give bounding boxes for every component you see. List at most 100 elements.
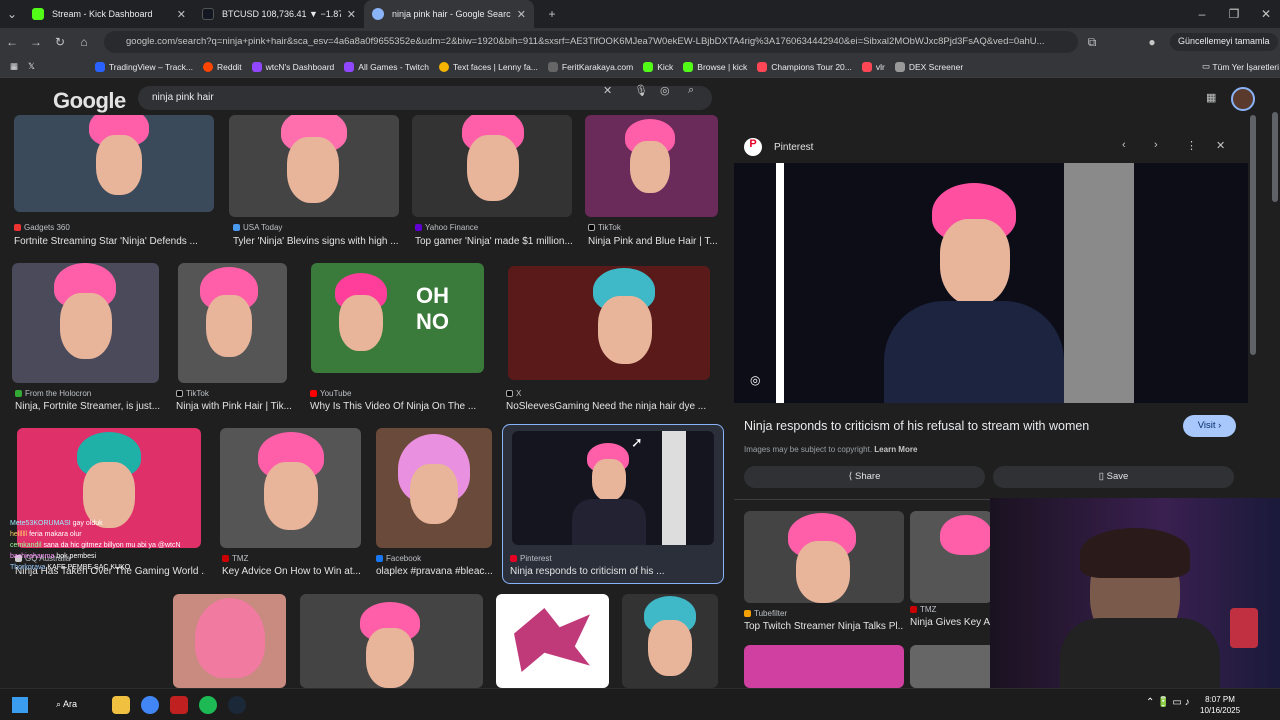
result-title[interactable]: NoSleevesGaming Need the ninja hair dye … [506, 401, 706, 412]
update-button[interactable]: Güncellemeyi tamamla [1170, 33, 1278, 51]
clock[interactable]: 8:07 PM 10/16/2025 [1200, 694, 1240, 716]
result-title[interactable]: Why Is This Video Of Ninja On The ... [310, 401, 490, 412]
lens-icon[interactable]: ◎ [750, 373, 760, 387]
result-title[interactable]: Fortnite Streaming Star 'Ninja' Defends … [14, 236, 214, 247]
result-title[interactable]: Ninja, Fortnite Streamer, is just... [15, 401, 160, 412]
prev-icon[interactable]: ‹ [1122, 139, 1126, 151]
result-source: TMZ [222, 554, 248, 563]
app-icon[interactable] [170, 696, 188, 714]
panel-title[interactable]: Ninja responds to criticism of his refus… [744, 419, 1089, 433]
bookmark-item[interactable]: FeritKarakaya.com [547, 61, 633, 72]
bookmark-item[interactable]: Kick [643, 61, 673, 72]
apps-grid-icon[interactable]: ▦ [1206, 91, 1216, 104]
clear-icon[interactable]: ✕ [603, 84, 612, 97]
result-title[interactable]: Ninja Pink and Blue Hair | T... [588, 236, 718, 247]
page-scrollbar[interactable] [1272, 112, 1278, 202]
bookmark-item[interactable]: All Games - Twitch [344, 61, 429, 72]
mic-icon[interactable]: 🎙 [634, 84, 648, 97]
result-title[interactable]: Ninja with Pink Hair | Tik... [176, 401, 291, 412]
related-image[interactable] [910, 511, 992, 603]
bookmark-item[interactable]: Text faces | Lenny fa... [438, 61, 538, 72]
result-image[interactable] [622, 594, 718, 688]
result-title[interactable]: Ninja Gives Key Ad... [910, 617, 990, 628]
related-image[interactable] [744, 645, 904, 688]
bookmark-item[interactable]: Champions Tour 20... [757, 61, 852, 72]
apps-icon[interactable]: ▦ [10, 61, 18, 72]
tab-btcusd[interactable]: BTCUSD 108,736.41 ▼ −1.87% ✕ [194, 0, 364, 28]
back-icon[interactable]: ← [0, 35, 24, 49]
extensions-icon[interactable]: ⧉ [1080, 35, 1104, 50]
result-image[interactable] [300, 594, 483, 688]
close-icon[interactable]: ✕ [177, 8, 186, 21]
related-image[interactable] [744, 511, 904, 603]
bookmark-item[interactable]: wtcN's Dashboard [251, 61, 334, 72]
all-bookmarks[interactable]: ▭ Tüm Yer İşaretleri [1202, 61, 1279, 72]
result-image[interactable] [512, 431, 714, 545]
steam-icon[interactable] [228, 696, 246, 714]
save-button[interactable]: ▯ Save [993, 466, 1234, 488]
result-image[interactable]: OH NO [311, 263, 484, 373]
result-title[interactable]: Top Twitch Streamer Ninja Talks Pl... [744, 621, 904, 632]
x-icon[interactable]: 𝕏 [28, 61, 35, 72]
tray-icons[interactable]: ⌃ 🔋 ▭ ♪ [1146, 697, 1190, 708]
bookmark-item[interactable]: TradingView – Track... [94, 61, 193, 72]
profile-icon[interactable]: ● [1140, 35, 1164, 49]
share-button[interactable]: ⟨ Share [744, 466, 985, 488]
more-icon[interactable]: ⋮ [1186, 139, 1197, 152]
new-tab-icon[interactable]: + [540, 7, 564, 21]
result-title[interactable]: Ninja responds to criticism of his ... [510, 566, 710, 577]
result-image[interactable] [376, 428, 492, 548]
visit-button[interactable]: Visit › [1183, 415, 1236, 437]
result-title[interactable]: Top gamer 'Ninja' made $1 million... [415, 236, 575, 247]
search-icon[interactable]: ⌕ [688, 84, 694, 97]
spotify-icon[interactable] [199, 696, 217, 714]
result-image[interactable] [229, 115, 399, 217]
bookmark-item[interactable]: vlr [861, 61, 885, 72]
home-icon[interactable]: ⌂ [72, 35, 96, 49]
tab-list-icon[interactable]: ⌄ [0, 7, 24, 21]
reload-icon[interactable]: ↻ [48, 35, 72, 49]
chrome-icon[interactable] [141, 696, 159, 714]
result-source: From the Holocron [15, 389, 91, 398]
result-image[interactable] [12, 263, 159, 383]
close-icon[interactable]: ✕ [517, 8, 526, 21]
tab-kick[interactable]: Stream - Kick Dashboard ✕ [24, 0, 194, 28]
result-source: TMZ [910, 605, 936, 614]
bookmark-item[interactable]: Browse | kick [683, 61, 747, 72]
bookmark-item[interactable]: DEX Screener [894, 61, 963, 72]
close-icon[interactable]: ✕ [1216, 139, 1225, 152]
result-image[interactable] [496, 594, 609, 688]
result-image[interactable] [220, 428, 361, 548]
url-field[interactable]: google.com/search?q=ninja+pink+hair&sca_… [104, 31, 1078, 53]
chat-message: bachirahanma bok pembesi [10, 553, 97, 560]
bookmark-item[interactable]: Reddit [202, 61, 242, 72]
tab-google-search[interactable]: ninja pink hair - Google Search ✕ [364, 0, 534, 28]
close-icon[interactable]: ✕ [347, 8, 356, 21]
maximize-icon[interactable]: ❐ [1222, 7, 1246, 21]
thumbnail-caption: OH NO [416, 283, 449, 334]
result-image[interactable] [585, 115, 718, 217]
result-image[interactable] [14, 115, 214, 212]
preview-image[interactable]: ◎ [734, 163, 1248, 403]
window-close-icon[interactable]: ✕ [1254, 7, 1278, 21]
result-image[interactable] [178, 263, 287, 383]
learn-more-link[interactable]: Learn More [874, 445, 917, 454]
panel-scrollbar[interactable] [1250, 115, 1256, 355]
panel-source[interactable]: Pinterest [774, 142, 813, 153]
result-image[interactable] [508, 266, 710, 380]
next-icon[interactable]: › [1154, 139, 1158, 151]
forward-icon[interactable]: → [24, 35, 48, 49]
result-source: Facebook [376, 554, 421, 563]
file-explorer-icon[interactable] [112, 696, 130, 714]
google-logo[interactable]: Google [53, 88, 126, 114]
result-image[interactable] [412, 115, 572, 217]
result-title[interactable]: olaplex #pravana #bleac... [376, 566, 496, 577]
minimize-icon[interactable]: – [1190, 7, 1214, 21]
lens-icon[interactable]: ◎ [660, 84, 670, 97]
result-title[interactable]: Tyler 'Ninja' Blevins signs with high ..… [233, 236, 403, 247]
windows-start-icon[interactable] [12, 697, 28, 713]
avatar[interactable] [1231, 87, 1255, 111]
result-title[interactable]: Key Advice On How to Win at... [222, 566, 362, 577]
search-input[interactable]: ninja pink hair [138, 86, 712, 110]
taskbar-search[interactable]: ⌕ Ara [46, 695, 104, 715]
